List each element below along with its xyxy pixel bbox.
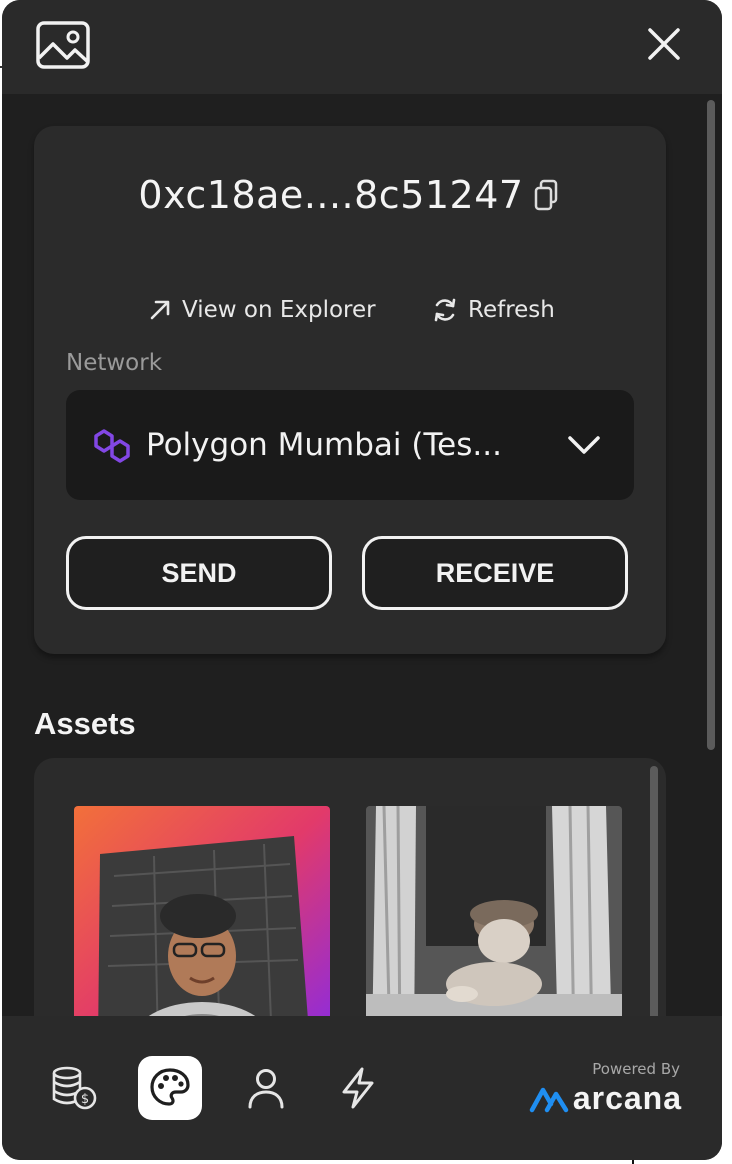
arcana-logo[interactable]: arcana bbox=[529, 1080, 682, 1117]
assets-heading: Assets bbox=[34, 706, 136, 741]
network-label: Network bbox=[66, 350, 163, 376]
main-scroll-area[interactable]: 0xc18ae....8c51247 View on Explorer Refr… bbox=[2, 94, 722, 1016]
wallet-address: 0xc18ae....8c51247 bbox=[138, 173, 524, 217]
arcana-logo-icon bbox=[529, 1087, 569, 1112]
send-button[interactable]: SEND bbox=[66, 536, 332, 610]
coins-icon[interactable]: $ bbox=[42, 1056, 106, 1120]
palette-icon[interactable] bbox=[138, 1056, 202, 1120]
address-row: 0xc18ae....8c51247 bbox=[34, 170, 666, 220]
refresh-icon bbox=[432, 297, 458, 323]
bottom-nav: $ Powered By arcana bbox=[2, 1016, 722, 1160]
view-on-explorer-link[interactable]: View on Explorer bbox=[148, 290, 376, 330]
assets-scrollbar[interactable] bbox=[650, 766, 658, 1016]
lightning-icon[interactable] bbox=[326, 1056, 390, 1120]
selected-network: Polygon Mumbai (Tes... bbox=[146, 427, 502, 463]
wallet-card: 0xc18ae....8c51247 View on Explorer Refr… bbox=[34, 126, 666, 654]
wallet-panel: 0xc18ae....8c51247 View on Explorer Refr… bbox=[2, 0, 722, 1160]
arcana-brand-name: arcana bbox=[572, 1080, 682, 1116]
header-bar bbox=[2, 0, 722, 94]
arrow-up-right-icon bbox=[148, 298, 172, 322]
polygon-icon bbox=[90, 426, 136, 466]
image-gallery-icon[interactable] bbox=[34, 18, 92, 72]
avatar-nft-icon[interactable] bbox=[74, 806, 330, 1016]
baby-photo-nft-icon[interactable] bbox=[366, 806, 622, 1016]
wallet-links: View on Explorer Refresh bbox=[34, 290, 666, 330]
user-icon[interactable] bbox=[234, 1056, 298, 1120]
refresh-button[interactable]: Refresh bbox=[432, 290, 555, 330]
network-dropdown[interactable]: Polygon Mumbai (Tes... bbox=[66, 390, 634, 500]
close-icon[interactable] bbox=[642, 22, 686, 66]
view-on-explorer-label: View on Explorer bbox=[182, 297, 376, 323]
svg-text:$: $ bbox=[81, 1092, 89, 1107]
receive-button[interactable]: RECEIVE bbox=[362, 536, 628, 610]
main-scrollbar[interactable] bbox=[707, 100, 715, 750]
refresh-label: Refresh bbox=[468, 297, 555, 323]
powered-by-label: Powered By bbox=[592, 1060, 680, 1078]
chevron-down-icon bbox=[566, 430, 602, 460]
assets-panel[interactable] bbox=[34, 758, 666, 1016]
copy-icon[interactable] bbox=[534, 178, 562, 212]
